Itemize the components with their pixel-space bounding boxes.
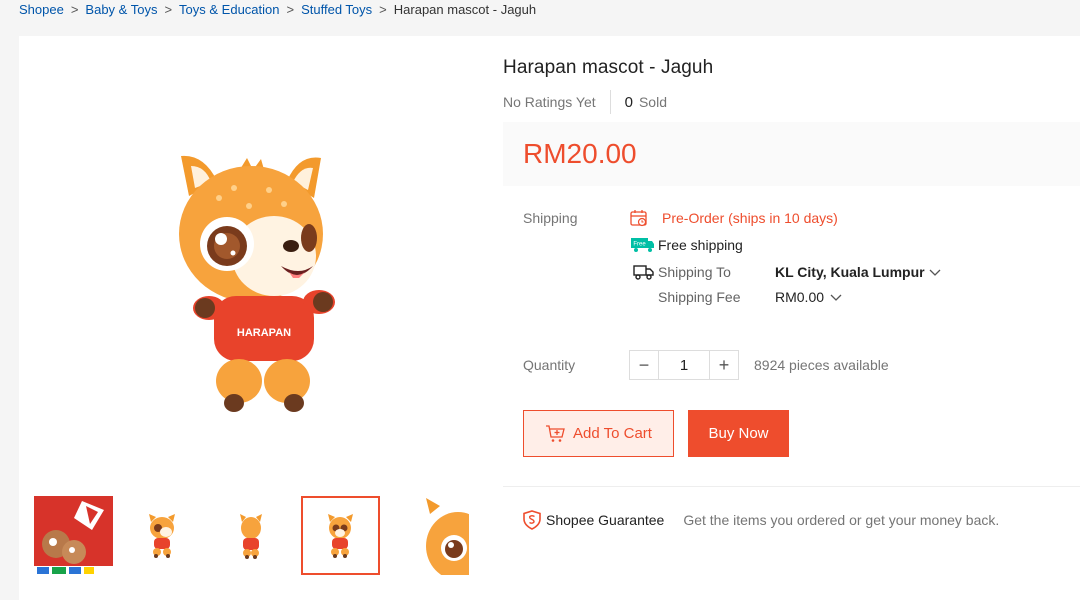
stock-available: 8924 pieces available — [754, 357, 889, 373]
preorder-calendar-icon — [629, 208, 651, 228]
breadcrumb-current: Harapan mascot - Jaguh — [393, 1, 537, 17]
shipping-fee-label: Shipping Fee — [658, 289, 741, 305]
preorder-text: Pre-Order (ships in 10 days) — [662, 210, 838, 226]
breadcrumb-shopee[interactable]: Shopee — [19, 2, 64, 17]
preorder-row: Pre-Order (ships in 10 days) — [629, 208, 838, 228]
product-card: HARAPAN Harapan mascot - Jaguh No Rating… — [19, 36, 1080, 600]
add-to-cart-label: Add To Cart — [573, 425, 652, 442]
meta-divider — [609, 90, 611, 114]
free-badge: Free — [633, 242, 646, 248]
price-box: RM20.00 — [503, 122, 1080, 186]
breadcrumb-stuffed-toys[interactable]: Stuffed Toys — [301, 2, 372, 17]
cart-add-icon — [545, 424, 565, 443]
thumbnail-2[interactable] — [123, 496, 202, 575]
guarantee-description: Get the items you ordered or get your mo… — [683, 512, 1000, 528]
breadcrumb-separator: > — [70, 1, 79, 17]
breadcrumb-toys-education[interactable]: Toys & Education — [179, 2, 279, 17]
main-product-image[interactable]: HARAPAN — [109, 126, 439, 466]
quantity-stepper: − 1 + 8924 pieces available — [629, 350, 889, 380]
shipping-to-label: Shipping To — [658, 264, 731, 280]
thumbnail-5[interactable] — [390, 496, 469, 575]
section-divider — [503, 486, 1080, 487]
add-to-cart-button[interactable]: Add To Cart — [523, 410, 674, 457]
breadcrumb-separator: > — [379, 1, 387, 17]
guarantee-title: Shopee Guarantee — [546, 512, 665, 528]
thumbnail-4[interactable] — [301, 496, 380, 575]
truck-icon — [633, 263, 655, 281]
breadcrumb-baby-toys[interactable]: Baby & Toys — [85, 2, 157, 17]
free-shipping-truck-icon: Free — [631, 237, 655, 253]
sold-count: 0 — [624, 93, 633, 111]
ratings-text[interactable]: No Ratings Yet — [503, 94, 596, 110]
quantity-decrease-button[interactable]: − — [629, 350, 659, 380]
free-shipping-row: Free Free shipping — [631, 237, 743, 253]
quantity-input[interactable]: 1 — [659, 350, 709, 380]
shipping-fee-row: Shipping Fee RM0.00 — [658, 289, 842, 305]
thumbnail-strip — [34, 496, 469, 575]
buy-now-button[interactable]: Buy Now — [688, 410, 789, 457]
sold-label: Sold — [638, 94, 667, 110]
product-title: Harapan mascot - Jaguh — [503, 57, 714, 78]
quantity-increase-button[interactable]: + — [709, 350, 739, 380]
shopee-guarantee[interactable]: Shopee Guarantee Get the items you order… — [523, 510, 999, 530]
breadcrumb-separator: > — [164, 1, 173, 17]
breadcrumb-separator: > — [286, 1, 295, 17]
quantity-label: Quantity — [523, 357, 576, 373]
product-price: RM20.00 — [523, 138, 637, 169]
chevron-down-icon[interactable] — [929, 264, 941, 280]
breadcrumb: Shopee > Baby & Toys > Toys & Education … — [19, 0, 536, 18]
shipping-to-value[interactable]: KL City, Kuala Lumpur — [775, 264, 925, 280]
chevron-down-icon[interactable] — [830, 289, 842, 305]
product-meta: No Ratings Yet 0 Sold — [503, 90, 667, 114]
thumbnail-3[interactable] — [212, 496, 291, 575]
shipping-label: Shipping — [523, 210, 578, 226]
shipping-fee-value[interactable]: RM0.00 — [775, 289, 824, 305]
shield-icon — [523, 510, 541, 530]
free-shipping-text: Free shipping — [658, 237, 743, 253]
shipping-to-row: Shipping To KL City, Kuala Lumpur — [633, 263, 941, 281]
shirt-print: HARAPAN — [237, 327, 291, 339]
thumbnail-1[interactable] — [34, 496, 113, 575]
